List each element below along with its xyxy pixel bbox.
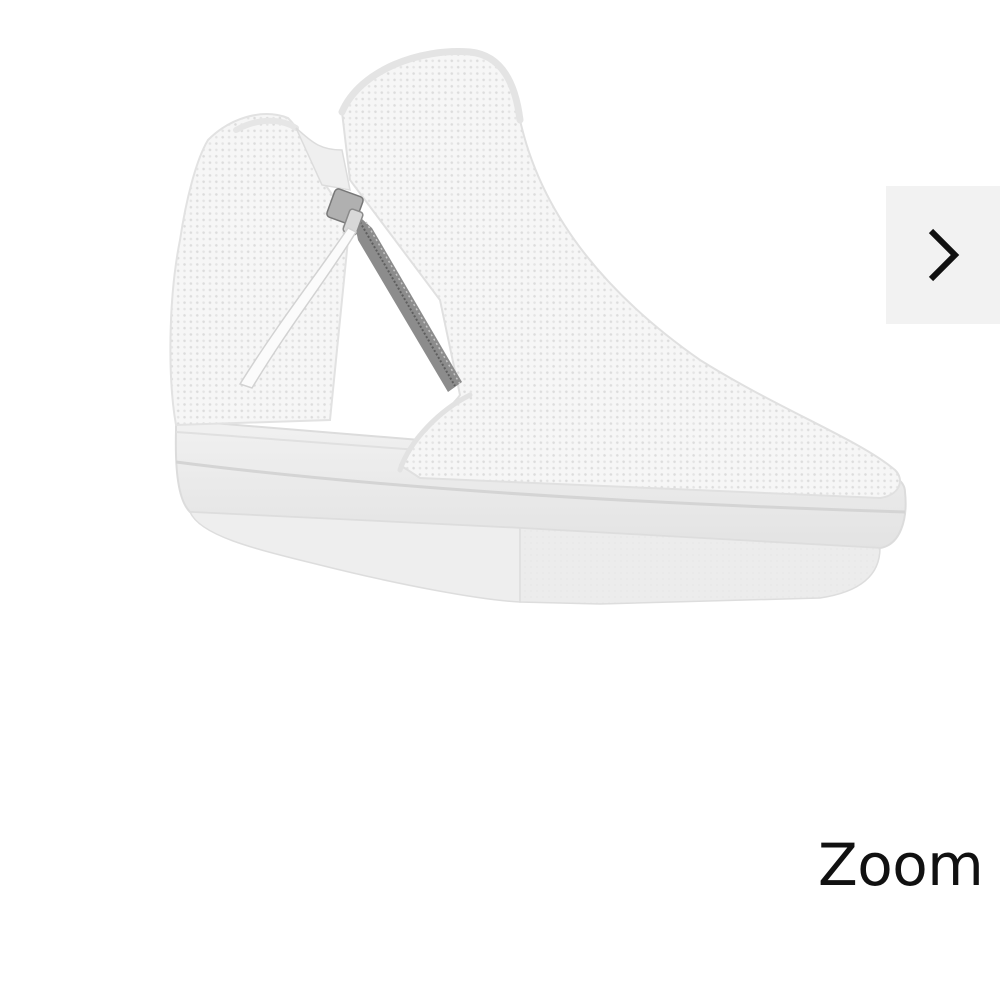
next-image-button[interactable] xyxy=(886,186,1000,324)
product-image-viewer: Zoom xyxy=(0,0,1000,998)
zoom-link[interactable]: Zoom xyxy=(818,832,984,898)
chevron-right-icon xyxy=(928,228,960,282)
shoe-sole-side xyxy=(188,511,521,603)
product-image[interactable] xyxy=(0,0,1000,760)
